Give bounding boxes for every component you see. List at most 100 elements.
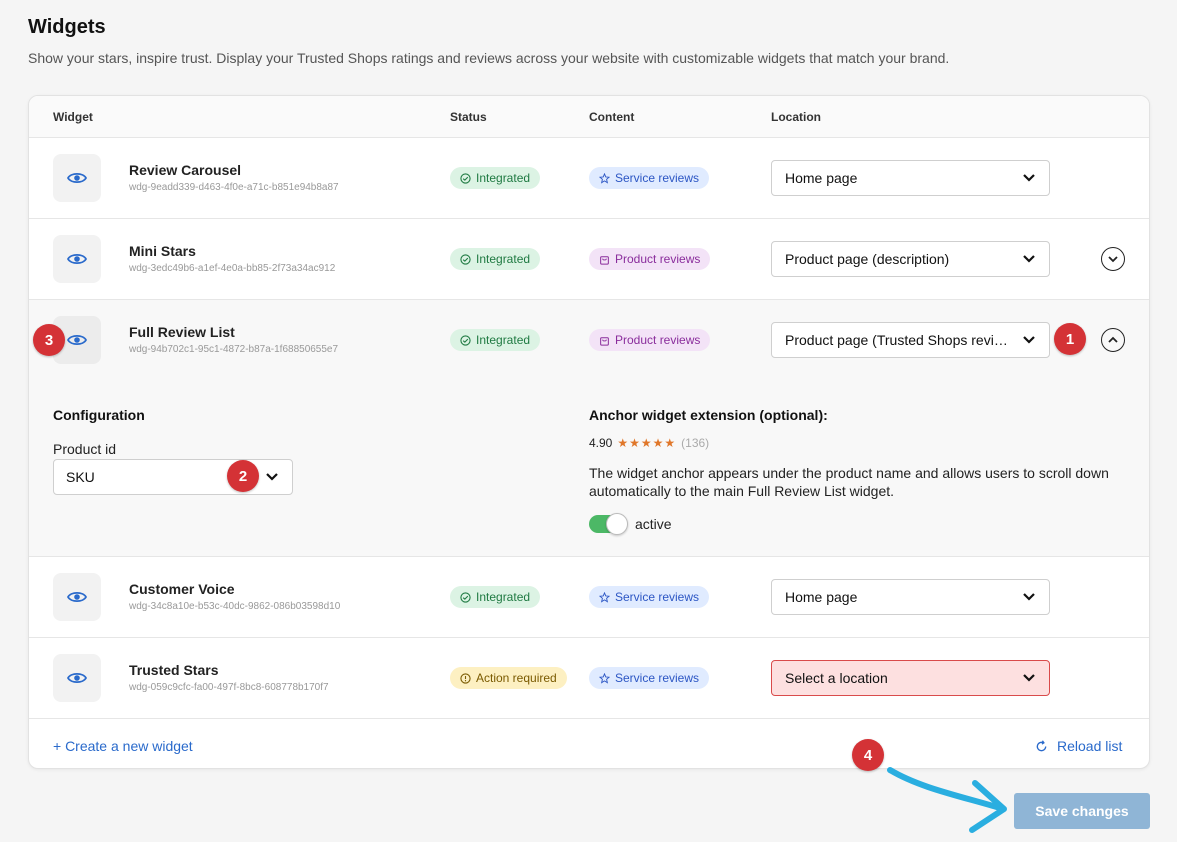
check-circle-icon	[460, 334, 471, 346]
preview-button[interactable]	[53, 235, 101, 283]
annotation-marker-2: 2	[227, 460, 259, 492]
content-label: Service reviews	[615, 171, 700, 185]
column-header-widget: Widget	[53, 110, 93, 124]
eye-icon	[67, 672, 87, 684]
check-circle-icon	[460, 172, 471, 184]
chevron-up-circle-icon	[1108, 336, 1118, 343]
annotation-marker-3: 3	[33, 324, 65, 356]
widget-id: wdg-94b702c1-95c1-4872-b87a-1f68850655e7	[129, 344, 339, 355]
widget-configuration-panel: Configuration Product id SKU Anchor widg…	[29, 381, 1149, 557]
content-badge: Service reviews	[589, 167, 710, 189]
status-badge: Integrated	[450, 167, 541, 189]
column-header-content: Content	[589, 110, 635, 124]
expand-row-button[interactable]	[1101, 247, 1125, 271]
anchor-active-toggle[interactable]	[589, 513, 628, 535]
eye-icon	[67, 172, 87, 184]
status-badge: Integrated	[450, 586, 541, 608]
content-badge: Product reviews	[589, 248, 711, 270]
reload-list-link[interactable]: Reload list	[1035, 738, 1122, 754]
product-id-value: SKU	[66, 469, 95, 485]
status-label: Integrated	[476, 171, 531, 185]
collapse-row-button[interactable]	[1101, 328, 1125, 352]
status-label: Action required	[476, 671, 557, 685]
widget-name: Review Carousel	[129, 162, 242, 178]
eye-icon	[67, 334, 87, 346]
chevron-down-icon	[1023, 593, 1035, 601]
content-badge: Service reviews	[589, 667, 710, 689]
location-select[interactable]: Home page	[771, 160, 1050, 196]
widget-id: wdg-3edc49b6-a1ef-4e0a-bb85-2f73a34ac912	[129, 263, 336, 274]
column-header-status: Status	[450, 110, 487, 124]
chevron-down-icon	[1023, 174, 1035, 182]
widget-name: Customer Voice	[129, 581, 235, 597]
content-label: Product reviews	[615, 252, 701, 266]
location-select[interactable]: Product page (description)	[771, 241, 1050, 277]
toggle-label: active	[635, 516, 672, 532]
configuration-title: Configuration	[53, 407, 145, 423]
location-select[interactable]: Home page	[771, 579, 1050, 615]
table-row: Trusted Stars wdg-059c9cfc-fa00-497f-8bc…	[29, 638, 1149, 719]
shopping-bag-icon	[600, 255, 609, 265]
widget-id: wdg-34c8a10e-b53c-40dc-9862-086b03598d10	[129, 601, 341, 612]
rating-stars-icon: ★★★★★	[617, 436, 677, 450]
star-outline-icon	[599, 172, 610, 184]
status-badge: Integrated	[450, 329, 541, 351]
column-header-location: Location	[771, 110, 821, 124]
content-label: Service reviews	[615, 671, 700, 685]
table-header: Widget Status Content Location	[29, 96, 1149, 138]
chevron-down-icon	[1023, 255, 1035, 263]
chevron-down-icon	[1023, 674, 1035, 682]
content-label: Product reviews	[615, 333, 701, 347]
content-label: Service reviews	[615, 590, 700, 604]
anchor-description: The widget anchor appears under the prod…	[589, 465, 1109, 499]
location-value: Product page (description)	[785, 251, 950, 267]
location-select[interactable]: Product page (Trusted Shops reviews tab)	[771, 322, 1050, 358]
eye-icon	[67, 253, 87, 265]
widgets-card: Widget Status Content Location Review Ca…	[28, 95, 1150, 769]
annotation-marker-4: 4	[852, 739, 884, 771]
content-badge: Service reviews	[589, 586, 710, 608]
location-value: Select a location	[785, 670, 888, 686]
widget-id: wdg-9eadd339-d463-4f0e-a71c-b851e94b8a87	[129, 182, 339, 193]
review-count: (136)	[681, 436, 710, 450]
table-row: Mini Stars wdg-3edc49b6-a1ef-4e0a-bb85-2…	[29, 219, 1149, 300]
table-row-expanded: Full Review List wdg-94b702c1-95c1-4872-…	[29, 300, 1149, 381]
eye-icon	[67, 591, 87, 603]
star-outline-icon	[599, 591, 610, 603]
location-select[interactable]: Select a location	[771, 660, 1050, 696]
widget-name: Mini Stars	[129, 243, 196, 259]
location-value: Home page	[785, 170, 858, 186]
chevron-down-icon	[1023, 336, 1035, 344]
status-label: Integrated	[476, 252, 531, 266]
create-widget-link[interactable]: + Create a new widget	[53, 738, 193, 754]
location-value: Product page (Trusted Shops reviews tab)	[785, 332, 1013, 348]
chevron-down-icon	[266, 473, 278, 481]
rating-preview: 4.90 ★★★★★ (136)	[589, 436, 709, 450]
status-badge: Action required	[450, 667, 567, 689]
status-label: Integrated	[476, 590, 531, 604]
refresh-icon	[1036, 739, 1047, 751]
shopping-bag-icon	[600, 336, 609, 346]
status-label: Integrated	[476, 333, 531, 347]
widget-name: Trusted Stars	[129, 662, 219, 678]
preview-button[interactable]	[53, 654, 101, 702]
alert-circle-icon	[460, 672, 471, 684]
status-badge: Integrated	[450, 248, 541, 270]
preview-button[interactable]	[53, 573, 101, 621]
widget-id: wdg-059c9cfc-fa00-497f-8bc8-608778b170f7	[129, 682, 329, 693]
table-row: Customer Voice wdg-34c8a10e-b53c-40dc-98…	[29, 557, 1149, 638]
page-subtitle: Show your stars, inspire trust. Display …	[28, 50, 950, 66]
toggle-knob	[606, 513, 628, 535]
annotation-arrow	[887, 767, 1007, 833]
widget-name: Full Review List	[129, 324, 235, 340]
star-outline-icon	[599, 672, 610, 684]
check-circle-icon	[460, 591, 471, 603]
save-changes-button[interactable]: Save changes	[1014, 793, 1150, 829]
rating-value: 4.90	[589, 436, 613, 450]
preview-button[interactable]	[53, 154, 101, 202]
page-title: Widgets	[28, 16, 106, 38]
content-badge: Product reviews	[589, 329, 711, 351]
chevron-down-circle-icon	[1108, 256, 1118, 263]
check-circle-icon	[460, 253, 471, 265]
table-row: Review Carousel wdg-9eadd339-d463-4f0e-a…	[29, 138, 1149, 219]
